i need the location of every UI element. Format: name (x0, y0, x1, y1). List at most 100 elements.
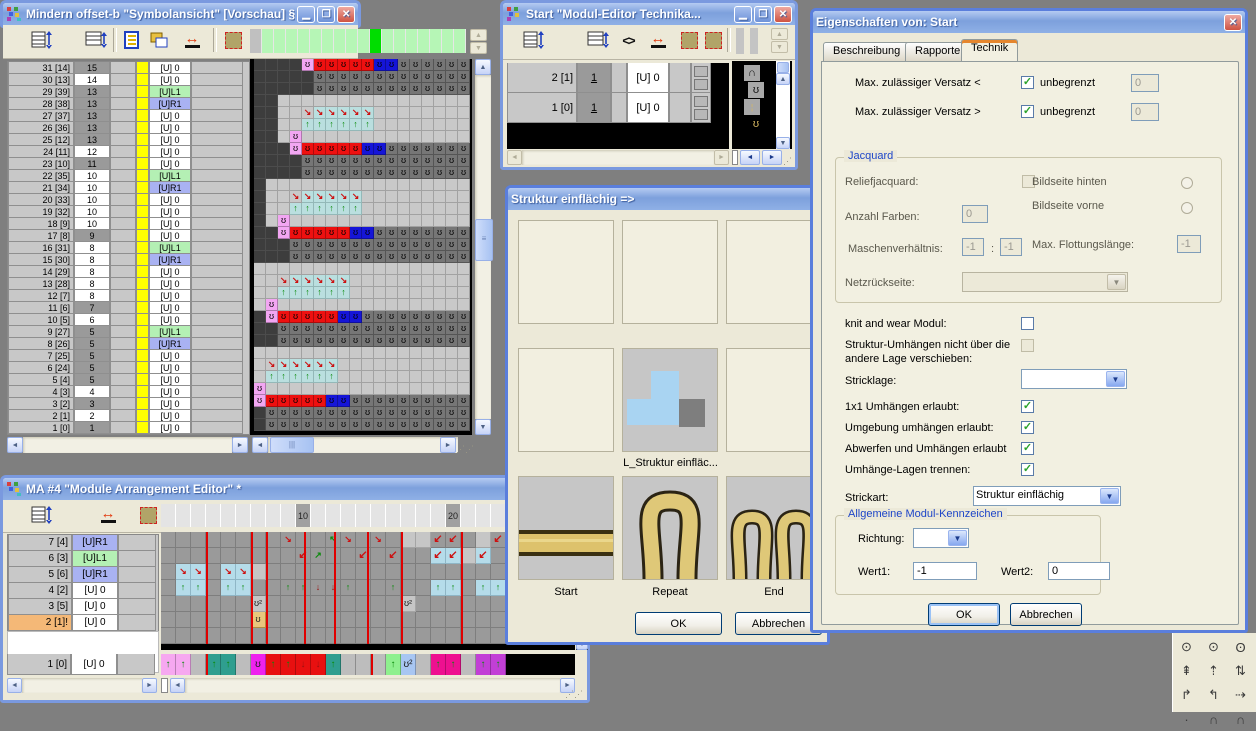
knit-cell[interactable] (410, 263, 422, 275)
knit-cell[interactable]: ʊ (278, 323, 290, 335)
knit-cell[interactable]: ʊ (290, 335, 302, 347)
knit-cell[interactable] (374, 131, 386, 143)
knit-cell[interactable]: ʊ (374, 227, 386, 239)
knit-front-icon[interactable]: ⊙ (1173, 635, 1200, 659)
knit-cell[interactable]: ʊ (338, 311, 350, 323)
knit-cell[interactable] (398, 107, 410, 119)
knit-cell[interactable] (254, 239, 266, 251)
knit-cell[interactable]: ↘ (338, 107, 350, 119)
knit-cell[interactable]: ʊ (422, 395, 434, 407)
knit-cell[interactable]: ʊ (362, 251, 374, 263)
needle-cell[interactable] (358, 29, 370, 53)
knit-cell[interactable] (302, 95, 314, 107)
knit-cell[interactable]: ʊ (422, 407, 434, 419)
h-scrollbar[interactable]: ◄ ► (507, 150, 729, 165)
strip-cell[interactable]: ↑ (281, 654, 296, 675)
knit-cell[interactable]: ʊ (398, 83, 410, 95)
wert2-input[interactable]: 0 (1048, 562, 1110, 580)
knit-cell[interactable]: ↑ (326, 287, 338, 299)
knit-cell[interactable]: ʊ (314, 83, 326, 95)
knit-cell[interactable]: ʊ (350, 251, 362, 263)
minimize-button[interactable]: ▁ (297, 6, 315, 23)
needle-cell[interactable] (250, 29, 262, 53)
knit-cell[interactable]: ↑ (302, 203, 314, 215)
knit-cell[interactable]: ʊ (434, 143, 446, 155)
swap-direction-icon[interactable]: ↔ (645, 28, 671, 52)
knit-cell[interactable] (386, 263, 398, 275)
bend-right-icon[interactable]: ↱ (1173, 683, 1200, 707)
yarn-field-button-a[interactable] (678, 28, 700, 52)
knit-cell[interactable]: ↑ (302, 371, 314, 383)
expand-cols-icon[interactable] (83, 28, 109, 52)
knit-cell[interactable]: ʊ (446, 227, 458, 239)
knit-cell[interactable] (290, 95, 302, 107)
module-slot-empty[interactable] (518, 220, 614, 324)
knit-cell[interactable] (266, 275, 278, 287)
knit-cell[interactable]: ʊ (458, 83, 470, 95)
knit-cell[interactable] (422, 263, 434, 275)
maschen-input-1[interactable]: -1 (962, 238, 984, 256)
knit-cell[interactable]: ↘ (314, 359, 326, 371)
knit-cell[interactable]: ʊ (458, 311, 470, 323)
strip-cell[interactable]: ↑ (326, 654, 341, 675)
knit-cell[interactable]: ʊ (314, 395, 326, 407)
tab-beschreibung[interactable]: Beschreibung (823, 42, 910, 61)
knit-cell[interactable]: ʊ (434, 239, 446, 251)
knit-cell[interactable] (386, 287, 398, 299)
knit-cell[interactable] (254, 203, 266, 215)
knit-cell[interactable] (386, 203, 398, 215)
knit-cell[interactable] (458, 191, 470, 203)
knit-cell[interactable]: ʊ (458, 335, 470, 347)
knit-cell[interactable] (302, 71, 314, 83)
strickart-combobox[interactable]: Struktur einflächig ▼ (973, 486, 1121, 506)
knit-cell[interactable] (302, 299, 314, 311)
knit-cell[interactable]: ʊ (326, 251, 338, 263)
knit-cell[interactable]: ↘ (314, 275, 326, 287)
knit-cell[interactable] (410, 119, 422, 131)
knit-cell[interactable]: ʊ (290, 419, 302, 431)
knit-cell[interactable] (290, 299, 302, 311)
knit-cell[interactable] (350, 359, 362, 371)
knit-cell[interactable] (278, 107, 290, 119)
knit-cell[interactable] (434, 347, 446, 359)
knit-cell[interactable]: ʊ (398, 311, 410, 323)
versatz-greater-input[interactable]: 0 (1131, 103, 1159, 121)
knit-cell[interactable] (446, 359, 458, 371)
knit-cell[interactable]: ʊ (410, 155, 422, 167)
strip-scroll-up[interactable]: ▲ (470, 29, 487, 41)
knit-cell[interactable] (386, 179, 398, 191)
knit-cell[interactable] (266, 239, 278, 251)
knit-cell[interactable] (374, 203, 386, 215)
knit-cell[interactable]: ʊ (362, 407, 374, 419)
abwerfen-checkbox[interactable]: ✓ (1021, 442, 1034, 455)
knit-cell[interactable] (278, 83, 290, 95)
strip-cell[interactable] (356, 654, 371, 675)
versatz-less-checkbox[interactable]: ✓ (1021, 76, 1034, 89)
knit-cell[interactable] (410, 95, 422, 107)
knit-cell[interactable]: ʊ (302, 143, 314, 155)
knit-cell[interactable] (374, 191, 386, 203)
knit-cell[interactable]: ↑ (326, 371, 338, 383)
table-row[interactable]: 5 [6][U]R1 (8, 567, 158, 583)
knit-back-icon[interactable]: ⊙ (1200, 635, 1227, 659)
knit-cell[interactable]: ʊ (374, 407, 386, 419)
knit-cell[interactable] (374, 215, 386, 227)
strip-cell[interactable] (416, 654, 431, 675)
knit-cell[interactable]: ʊ (314, 419, 326, 431)
knit-cell[interactable]: ʊ (314, 71, 326, 83)
knit-cell[interactable] (326, 179, 338, 191)
knit-cell[interactable] (446, 179, 458, 191)
knit-cell[interactable]: ʊ (278, 419, 290, 431)
knit-cell[interactable] (266, 95, 278, 107)
knit-cell[interactable] (314, 299, 326, 311)
knit-cell[interactable]: ʊ (410, 167, 422, 179)
knit-cell[interactable]: ↘ (362, 107, 374, 119)
knit-cell[interactable] (398, 299, 410, 311)
knit-cell[interactable] (254, 59, 266, 71)
knit-cell[interactable]: ʊ (350, 239, 362, 251)
knit-cell[interactable]: ʊ (386, 83, 398, 95)
needle-cell[interactable] (418, 29, 430, 53)
h-scrollbar-grid[interactable]: ◄ ||| ► ⋰⋰ (252, 437, 474, 453)
knit-cell[interactable]: ʊ (386, 335, 398, 347)
knit-cell[interactable] (326, 95, 338, 107)
